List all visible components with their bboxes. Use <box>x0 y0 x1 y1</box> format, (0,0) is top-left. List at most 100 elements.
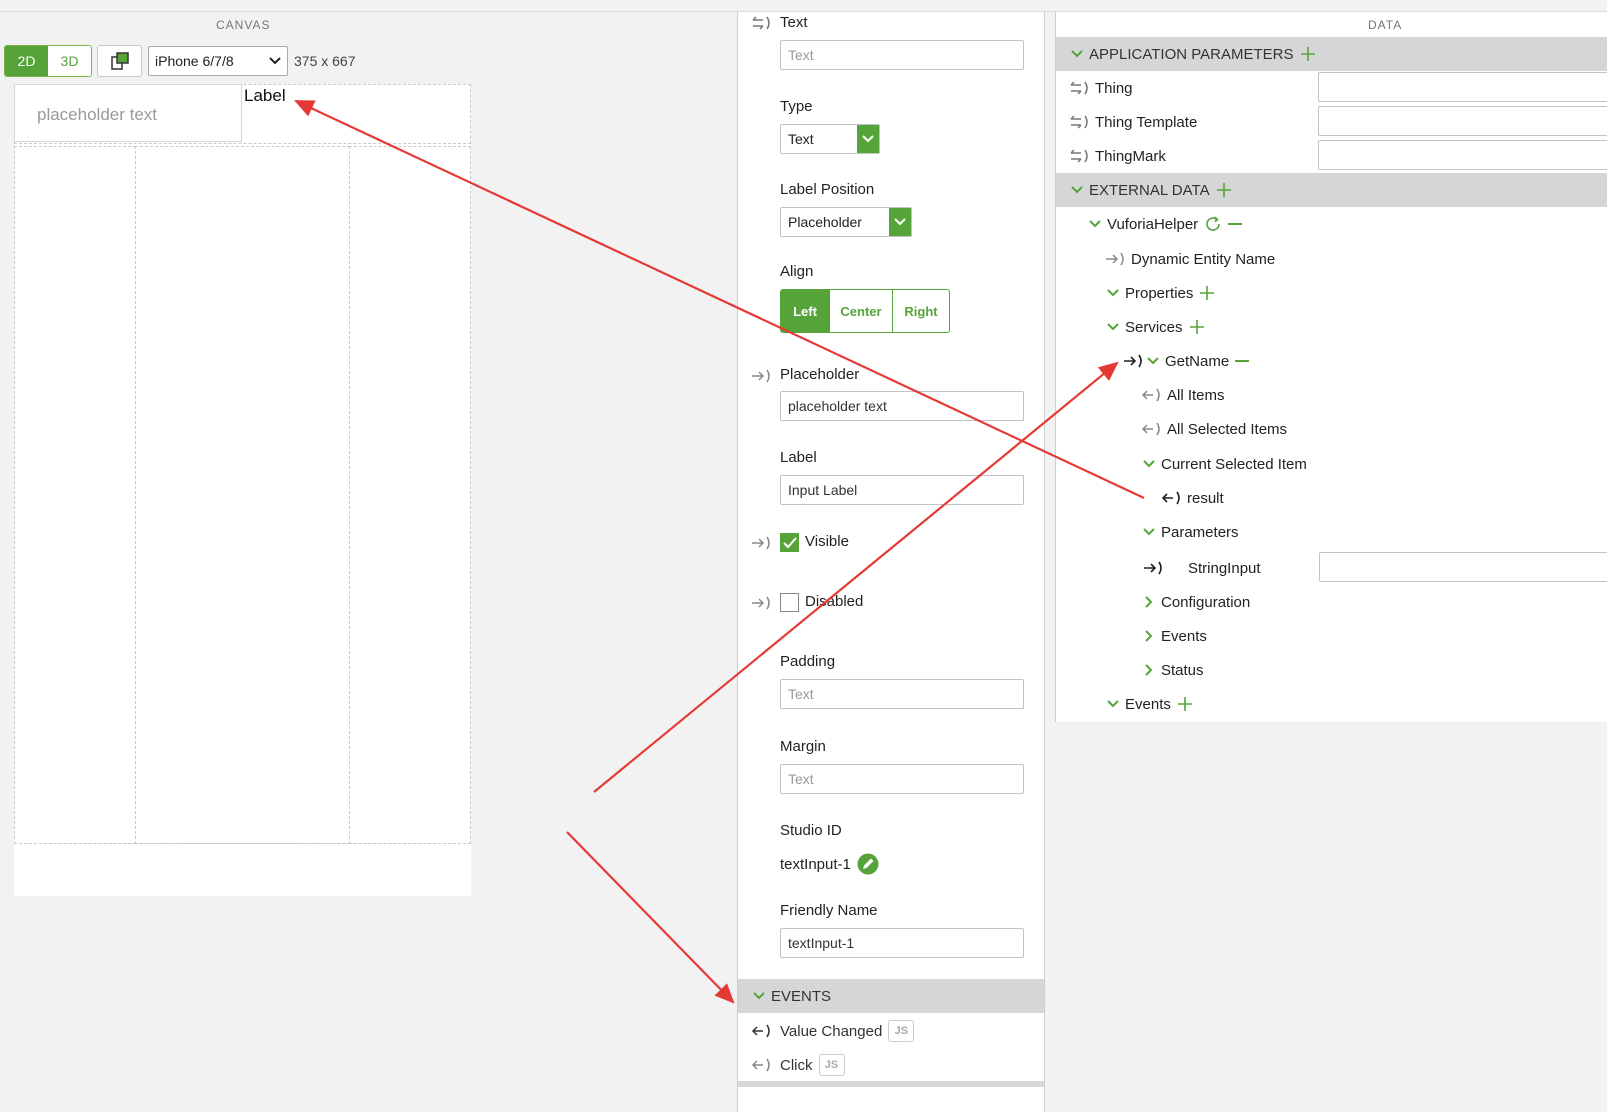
label-position-dropdown[interactable]: Placeholder <box>780 207 912 237</box>
bind-out-icon[interactable] <box>750 1057 774 1073</box>
bind-out-icon[interactable] <box>1140 387 1164 403</box>
text-input-placeholder: placeholder text <box>37 105 158 124</box>
padding-input[interactable]: Text <box>780 679 1024 709</box>
bind-out-icon[interactable] <box>1140 421 1164 437</box>
two-way-bind-icon[interactable] <box>1068 114 1092 130</box>
event-click: Click JS <box>750 1054 845 1076</box>
events-node[interactable]: Events <box>1106 692 1193 716</box>
event-click-label: Click <box>780 1056 813 1074</box>
js-badge[interactable]: JS <box>818 1054 845 1076</box>
chevron-right-icon <box>1145 630 1153 642</box>
events-section-title: EVENTS <box>771 987 832 1005</box>
align-left-button[interactable]: Left <box>781 290 830 332</box>
getname-node[interactable]: GetName <box>1122 349 1250 373</box>
bind-in-icon[interactable] <box>750 368 774 384</box>
type-dropdown[interactable]: Text <box>780 124 880 154</box>
app-params-title: APPLICATION PARAMETERS <box>1089 45 1294 63</box>
studio-id-value: textInput-1 <box>780 856 851 873</box>
current-selected-item-node[interactable]: Current Selected Item <box>1142 452 1307 476</box>
friendly-name-input[interactable]: textInput-1 <box>780 928 1024 958</box>
result-label: result <box>1187 489 1224 507</box>
disabled-label: Disabled <box>805 593 864 610</box>
param-thingmark-input[interactable] <box>1318 140 1607 170</box>
status-node[interactable]: Status <box>1142 658 1204 682</box>
bind-out-icon[interactable] <box>1160 490 1184 506</box>
canvas-label-widget[interactable]: Label <box>244 86 286 106</box>
getname-label: GetName <box>1165 352 1230 370</box>
result-row: result <box>1160 486 1224 510</box>
placeholder-input[interactable]: placeholder text <box>780 391 1024 421</box>
remove-icon[interactable] <box>1228 223 1243 225</box>
refresh-icon[interactable] <box>1204 215 1222 233</box>
column-left <box>14 146 136 844</box>
add-icon[interactable] <box>1189 319 1205 335</box>
add-icon[interactable] <box>1199 285 1215 301</box>
bind-in-icon[interactable] <box>750 595 774 611</box>
param-thing-template-input[interactable] <box>1318 106 1607 136</box>
events-child-node[interactable]: Events <box>1142 624 1207 648</box>
chevron-down-icon <box>1071 186 1083 194</box>
all-items-label: All Items <box>1167 386 1225 404</box>
text-field-label: Text <box>780 14 808 31</box>
chevron-down-icon <box>753 992 765 1000</box>
configuration-node[interactable]: Configuration <box>1142 590 1250 614</box>
configuration-label: Configuration <box>1161 593 1251 611</box>
data-panel: DATA APPLICATION PARAMETERS Thing Thing … <box>1055 12 1607 722</box>
chevron-down-icon <box>1143 528 1155 536</box>
studio-id-label: Studio ID <box>780 822 842 839</box>
properties-node-label: Properties <box>1125 284 1194 302</box>
text-input-widget[interactable]: placeholder text <box>14 84 242 142</box>
string-input-label: StringInput <box>1188 559 1261 577</box>
mode-2d-button[interactable]: 2D <box>5 46 48 76</box>
text-field-input[interactable]: Text <box>780 40 1024 70</box>
remove-icon[interactable] <box>1235 360 1250 362</box>
bind-in-icon[interactable] <box>1104 251 1128 267</box>
type-dropdown-value: Text <box>788 131 814 147</box>
align-center-button[interactable]: Center <box>830 290 893 332</box>
string-input-field[interactable] <box>1319 552 1607 582</box>
dynamic-entity-name-label: Dynamic Entity Name <box>1131 250 1276 268</box>
vuforia-helper-node[interactable]: VuforiaHelper <box>1088 212 1243 236</box>
param-thing-template: Thing Template <box>1068 110 1197 134</box>
parameters-label: Parameters <box>1161 523 1239 541</box>
properties-node[interactable]: Properties <box>1106 281 1215 305</box>
device-select[interactable]: iPhone 6/7/8 <box>148 46 288 76</box>
external-data-title: EXTERNAL DATA <box>1089 181 1210 199</box>
disabled-checkbox[interactable] <box>780 593 799 612</box>
margin-input[interactable]: Text <box>780 764 1024 794</box>
services-node[interactable]: Services <box>1106 315 1205 339</box>
mode-3d-button[interactable]: 3D <box>48 46 91 76</box>
param-thingmark: ThingMark <box>1068 144 1166 168</box>
check-icon <box>782 536 797 548</box>
vuforia-helper-label: VuforiaHelper <box>1107 215 1199 233</box>
js-badge[interactable]: JS <box>888 1020 915 1042</box>
bind-out-icon[interactable] <box>750 1023 774 1039</box>
label-field-input[interactable]: Input Label <box>780 475 1024 505</box>
add-icon[interactable] <box>1177 696 1193 712</box>
external-data-header[interactable]: EXTERNAL DATA <box>1056 173 1607 207</box>
align-label: Align <box>780 263 814 280</box>
param-thing-input[interactable] <box>1318 72 1607 102</box>
parameters-node[interactable]: Parameters <box>1142 520 1239 544</box>
events-section-header[interactable]: EVENTS <box>738 979 1044 1013</box>
edit-pencil-icon[interactable] <box>857 853 879 875</box>
app-params-header[interactable]: APPLICATION PARAMETERS <box>1056 37 1607 71</box>
chevron-down-icon <box>1071 50 1083 58</box>
event-value-changed: Value Changed JS <box>750 1020 915 1042</box>
visible-label: Visible <box>805 533 849 550</box>
rotate-device-button[interactable] <box>97 45 142 77</box>
bind-in-icon[interactable] <box>1142 560 1166 576</box>
type-label: Type <box>780 98 813 115</box>
services-node-label: Services <box>1125 318 1183 336</box>
bind-in-icon[interactable] <box>1122 353 1146 369</box>
two-way-bind-icon[interactable] <box>1068 148 1092 164</box>
two-way-bind-icon[interactable] <box>1068 80 1092 96</box>
add-icon[interactable] <box>1300 46 1316 62</box>
align-right-button[interactable]: Right <box>893 290 949 332</box>
device-select-value: iPhone 6/7/8 <box>155 53 234 69</box>
param-thingmark-label: ThingMark <box>1095 147 1166 165</box>
bind-in-icon[interactable] <box>750 535 774 551</box>
visible-checkbox[interactable] <box>780 533 799 552</box>
add-icon[interactable] <box>1216 182 1232 198</box>
two-way-bind-icon[interactable] <box>750 15 774 31</box>
